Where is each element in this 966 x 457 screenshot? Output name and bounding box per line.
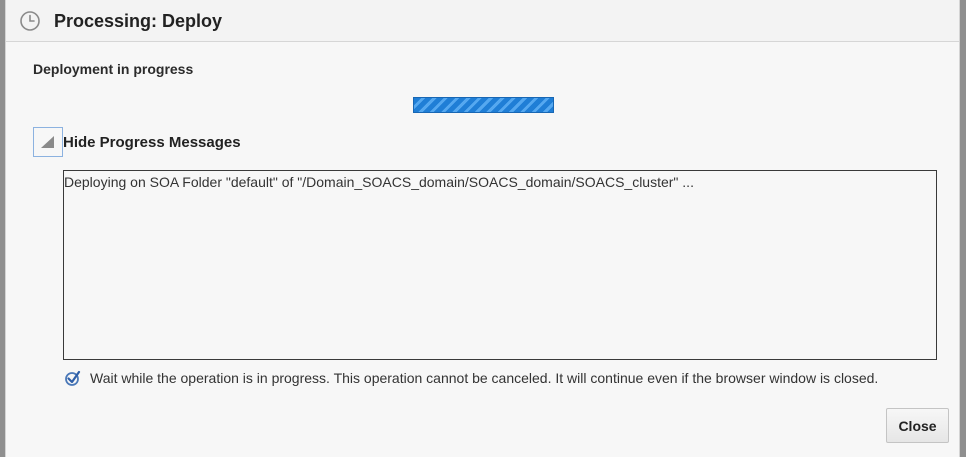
- dialog-titlebar: Processing: Deploy: [6, 0, 959, 42]
- progress-bar: [413, 97, 554, 113]
- info-row: Wait while the operation is in progress.…: [64, 369, 878, 387]
- close-button[interactable]: Close: [886, 408, 949, 443]
- status-text: Deployment in progress: [33, 61, 194, 77]
- dialog-title: Processing: Deploy: [54, 11, 223, 31]
- check-icon: [64, 369, 82, 387]
- toggle-messages-button[interactable]: [33, 127, 63, 157]
- clock-icon: [19, 10, 41, 32]
- message-line: Deploying on SOA Folder "default" of "/D…: [64, 174, 694, 190]
- processing-dialog: Processing: Deploy Deployment in progres…: [5, 0, 960, 457]
- info-text: Wait while the operation is in progress.…: [90, 370, 879, 386]
- progress-messages-box[interactable]: Deploying on SOA Folder "default" of "/D…: [63, 170, 937, 360]
- toggle-messages-label[interactable]: Hide Progress Messages: [63, 134, 241, 151]
- collapse-triangle-icon: [41, 136, 54, 148]
